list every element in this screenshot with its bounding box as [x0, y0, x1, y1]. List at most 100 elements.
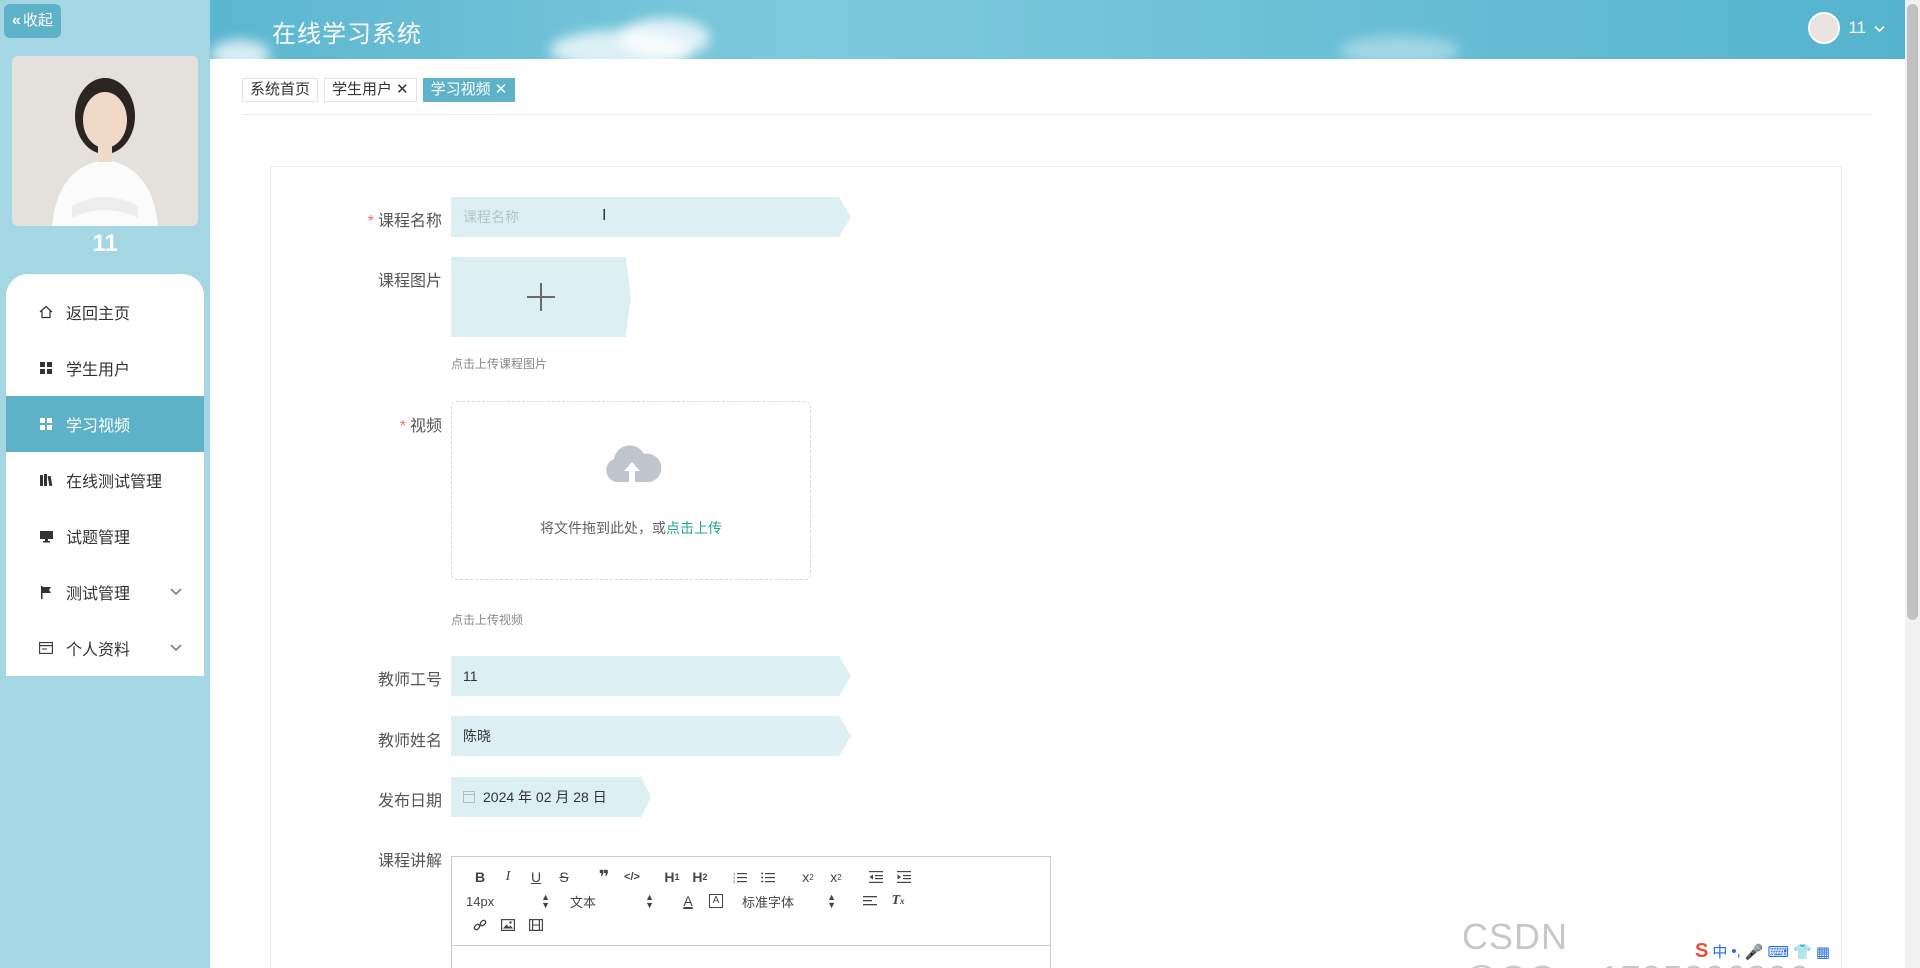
sidebar-item-profile[interactable]: 个人资料: [6, 620, 204, 676]
tab-students[interactable]: 学生用户 ✕: [324, 78, 417, 102]
chevron-down-icon: [170, 584, 182, 599]
font-family-select[interactable]: 标准字体 ▲ ▼: [742, 890, 836, 912]
subscript-icon[interactable]: x2: [794, 866, 822, 888]
teacher-id-input[interactable]: 11: [451, 656, 851, 696]
align-icon[interactable]: [856, 890, 884, 912]
tab-label: 系统首页: [250, 81, 311, 98]
strikethrough-icon[interactable]: S: [550, 866, 578, 888]
teacher-name-label: 教师姓名: [270, 727, 442, 751]
teacher-name-input[interactable]: 陈晓: [451, 716, 851, 756]
font-family-value: 标准字体: [742, 894, 795, 910]
ime-toolbar[interactable]: S 中 •, 🎤 ⌨ 👕 ▦: [1695, 940, 1830, 963]
header-username: 11: [1848, 18, 1866, 37]
video-dropzone[interactable]: 将文件拖到此处，或点击上传: [451, 401, 811, 580]
header-user-menu[interactable]: 11: [1808, 12, 1885, 44]
tabs-divider: [242, 114, 1872, 115]
font-size-select[interactable]: 14px ▲ ▼: [466, 890, 550, 912]
chevron-down-icon: [1874, 18, 1885, 38]
bold-icon[interactable]: B: [466, 866, 494, 888]
course-name-input[interactable]: 课程名称 I: [451, 197, 851, 237]
blockquote-icon[interactable]: ❞: [590, 866, 618, 888]
video-label-text: 视频: [409, 418, 442, 435]
sidebar-item-students[interactable]: 学生用户: [6, 340, 204, 396]
superscript-icon[interactable]: x2: [822, 866, 850, 888]
tab-videos[interactable]: 学习视频 ✕: [422, 78, 516, 102]
plus-icon: [527, 283, 555, 311]
video-embed-icon[interactable]: [522, 914, 550, 936]
indent-icon[interactable]: [890, 866, 918, 888]
page-scrollbar[interactable]: [1905, 0, 1920, 968]
clear-format-icon[interactable]: Tx: [884, 890, 912, 912]
tab-home[interactable]: 系统首页: [242, 78, 319, 102]
home-icon: [38, 304, 54, 320]
teacher-id-label-text: 教师工号: [377, 672, 442, 689]
link-icon[interactable]: [466, 914, 494, 936]
editor-content-divider: [452, 945, 1050, 946]
publish-date-value: 2024 年 02 月 28 日: [483, 789, 607, 805]
course-name-label-text: 课程名称: [377, 213, 442, 230]
image-icon[interactable]: [494, 914, 522, 936]
dropzone-text-main: 将文件拖到此处，或: [540, 520, 666, 536]
underline-icon[interactable]: U: [522, 866, 550, 888]
sidebar-item-label: 个人资料: [66, 642, 131, 659]
grid-icon: [38, 416, 54, 432]
close-icon[interactable]: ✕: [495, 79, 508, 101]
sidebar-item-label: 在线测试管理: [66, 474, 163, 491]
teacher-id-value: 11: [463, 668, 478, 684]
outdent-icon[interactable]: [862, 866, 890, 888]
flag-icon: [38, 584, 54, 600]
sidebar-item-label: 测试管理: [66, 586, 131, 603]
skin-icon: 👕: [1793, 943, 1812, 961]
publish-date-picker[interactable]: 2024 年 02 月 28 日: [451, 777, 651, 817]
teacher-name-label-text: 教师姓名: [377, 733, 442, 750]
sidebar-item-home[interactable]: 返回主页: [6, 284, 204, 340]
ime-mode-indicator: 中: [1712, 944, 1728, 961]
dropzone-upload-link[interactable]: 点击上传: [666, 520, 722, 536]
required-asterisk: *: [399, 418, 406, 435]
font-color-icon[interactable]: A: [674, 890, 702, 912]
text-cursor-icon: I: [602, 207, 607, 224]
sidebar-item-online-test[interactable]: 在线测试管理: [6, 452, 204, 508]
collapse-label: 收起: [22, 12, 53, 29]
sidebar-item-tests[interactable]: 测试管理: [6, 564, 204, 620]
double-chevron-left-icon: «: [12, 12, 21, 29]
sidebar-item-label: 试题管理: [66, 530, 131, 547]
header-select[interactable]: 文本 ▲ ▼: [570, 890, 654, 912]
app-title: 在线学习系统: [272, 21, 422, 48]
ordered-list-icon[interactable]: 123: [726, 866, 754, 888]
user-photo-illustration: [12, 56, 198, 226]
grid-icon: [38, 360, 54, 376]
heading-2-icon[interactable]: H2: [686, 866, 714, 888]
code-block-icon[interactable]: </>: [618, 866, 646, 888]
course-name-label: * 课程名称: [270, 207, 442, 231]
course-image-upload[interactable]: [451, 257, 631, 337]
header-cloud-decoration: [620, 18, 710, 58]
select-arrows-icon: ▲ ▼: [541, 892, 550, 910]
close-icon[interactable]: ✕: [396, 79, 409, 101]
collapse-button[interactable]: « 收起: [4, 4, 61, 38]
header-cloud-decoration: [210, 40, 270, 59]
italic-icon[interactable]: I: [494, 866, 522, 888]
toolbox-icon: ▦: [1815, 943, 1830, 961]
background-color-icon[interactable]: A: [702, 890, 730, 912]
bullet-list-icon[interactable]: [754, 866, 782, 888]
select-arrows-icon: ▲ ▼: [827, 892, 836, 910]
tab-label: 学生用户: [332, 81, 393, 98]
sidebar-item-label: 返回主页: [66, 306, 131, 323]
course-image-label: 课程图片: [270, 267, 442, 291]
sidebar-item-questions[interactable]: 试题管理: [6, 508, 204, 564]
chevron-down-icon: [170, 640, 182, 655]
tab-label: 学习视频: [430, 81, 491, 98]
user-avatar: [12, 56, 198, 226]
scrollbar-thumb[interactable]: [1907, 4, 1918, 620]
top-header: 在线学习系统 11: [210, 0, 1905, 59]
rich-text-editor: B I U S ❞ </> H1 H2 123 x2 x2 14px ▲ ▼ 文…: [451, 856, 1051, 968]
course-image-hint: 点击上传课程图片: [451, 357, 548, 371]
sidebar-item-videos[interactable]: 学习视频: [6, 396, 204, 452]
course-detail-label: 课程讲解: [270, 847, 442, 871]
heading-1-icon[interactable]: H1: [658, 866, 686, 888]
editor-toolbar-row: [452, 913, 1050, 937]
teacher-id-label: 教师工号: [270, 666, 442, 690]
course-detail-label-text: 课程讲解: [377, 853, 442, 870]
editor-toolbar-row: B I U S ❞ </> H1 H2 123 x2 x2: [452, 865, 1050, 889]
